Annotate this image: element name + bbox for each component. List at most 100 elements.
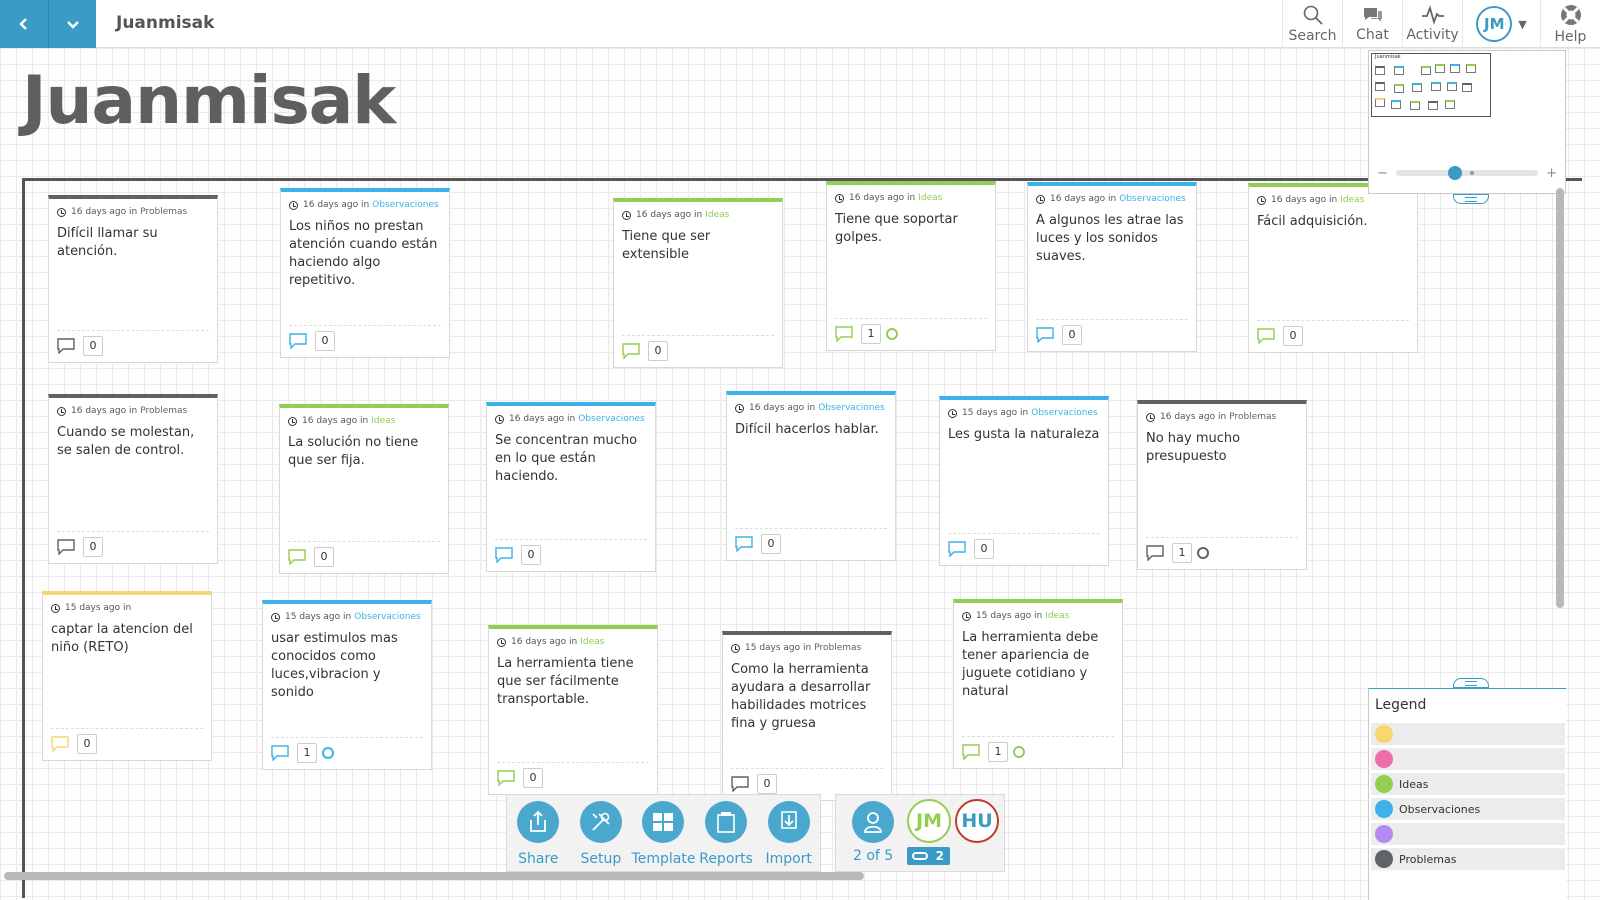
comment-icon[interactable] [1257,327,1275,344]
card-category-link[interactable]: Observaciones [818,403,884,413]
comment-count[interactable]: 1 [297,742,317,763]
menu-dropdown-button[interactable] [48,0,96,48]
comment-icon[interactable] [622,342,640,359]
vote-circle-icon[interactable] [1197,546,1209,559]
sticky-card[interactable]: 16 days ago in Ideas Tiene que ser exten… [613,198,783,368]
horizontal-scrollbar-thumb[interactable] [4,872,864,880]
comment-icon[interactable] [948,540,966,557]
comment-icon[interactable] [1146,544,1164,561]
comment-count[interactable]: 0 [314,546,334,567]
card-category-link[interactable]: Observaciones [1031,408,1097,418]
card-text[interactable]: Se concentran mucho en lo que están haci… [495,432,647,486]
activity-button[interactable]: Activity [1402,0,1462,48]
sticky-card[interactable]: 16 days ago in Ideas Tiene que soportar … [826,181,996,351]
sticky-card[interactable]: 16 days ago in Observaciones Se concentr… [486,402,656,572]
card-text[interactable]: No hay mucho presupuesto [1146,430,1298,466]
sticky-card[interactable]: 15 days ago in captar la atencion del ni… [42,591,212,761]
card-category-link[interactable]: Problemas [140,406,187,416]
zoom-out-button[interactable]: − [1377,166,1388,181]
comment-count[interactable]: 0 [757,773,777,794]
avatar-jm[interactable]: JM [907,799,951,843]
comment-icon[interactable] [271,744,289,761]
comment-icon[interactable] [51,735,69,752]
chat-button[interactable]: Chat [1342,0,1402,48]
invite-people-button[interactable] [852,801,894,843]
card-text[interactable]: Difícil hacerlos hablar. [735,421,887,439]
comment-count[interactable]: 0 [1283,325,1303,346]
sticky-card[interactable]: 16 days ago in Problemas Cuando se moles… [48,394,218,564]
sticky-card[interactable]: 16 days ago in Ideas Fácil adquisición. … [1248,183,1418,353]
comment-icon[interactable] [497,769,515,786]
comment-icon[interactable] [57,538,75,555]
card-text[interactable]: La herramienta debe tener apariencia de … [962,629,1114,701]
comment-count[interactable]: 1 [861,323,881,344]
card-text[interactable]: Fácil adquisición. [1257,213,1409,231]
card-category-link[interactable]: Problemas [814,643,861,653]
zoom-slider[interactable] [1395,166,1539,180]
minimap-viewport[interactable]: Juanmisak [1371,53,1491,117]
sticky-card[interactable]: 16 days ago in Observaciones Los niños n… [280,188,450,358]
avatar-hu[interactable]: HU [955,799,999,843]
card-text[interactable]: La solución no tiene que ser fija. [288,434,440,470]
card-category-link[interactable]: Observaciones [1119,194,1185,204]
card-text[interactable]: Como la herramienta ayudara a desarrolla… [731,661,883,733]
share-button[interactable]: Share [507,801,569,867]
vertical-scrollbar[interactable] [1556,48,1564,868]
comment-count[interactable]: 0 [315,330,335,351]
comment-icon[interactable] [962,743,980,760]
card-category-link[interactable]: Problemas [140,207,187,217]
card-text[interactable]: Cuando se molestan, se salen de control. [57,424,209,460]
sticky-card[interactable]: 15 days ago in Observaciones Les gusta l… [939,396,1109,566]
comment-icon[interactable] [288,548,306,565]
sticky-card[interactable]: 16 days ago in Problemas Difícil llamar … [48,195,218,363]
card-category-link[interactable]: Observaciones [578,414,644,424]
vote-circle-icon[interactable] [1013,745,1025,758]
card-category-link[interactable]: Observaciones [354,612,420,622]
sticky-card[interactable]: 16 days ago in Observaciones Difícil hac… [726,391,896,561]
help-button[interactable]: Help [1540,0,1600,48]
vote-circle-icon[interactable] [886,327,898,340]
legend-toggle-tab[interactable] [1453,678,1489,688]
comment-count[interactable]: 1 [1172,542,1192,563]
vote-circle-icon[interactable] [322,746,334,759]
search-button[interactable]: Search [1282,0,1342,48]
sticky-card[interactable]: 15 days ago in Observaciones usar estimu… [262,600,432,770]
minimap-toggle-tab[interactable] [1453,194,1489,204]
legend-item[interactable] [1371,823,1565,845]
comment-count[interactable]: 0 [77,733,97,754]
zoom-slider-handle[interactable] [1447,166,1462,180]
card-category-link[interactable]: Ideas [371,416,395,426]
card-text[interactable]: captar la atencion del niño (RETO) [51,621,203,657]
sticky-card[interactable]: 15 days ago in Ideas La herramienta debe… [953,599,1123,769]
comment-icon[interactable] [735,535,753,552]
card-text[interactable]: Les gusta la naturaleza [948,426,1100,444]
comment-count[interactable]: 0 [974,538,994,559]
card-text[interactable]: Los niños no prestan atención cuando est… [289,218,441,290]
legend-item[interactable]: Observaciones [1371,798,1565,820]
legend-item[interactable] [1371,723,1565,745]
card-category-link[interactable]: Ideas [1340,195,1364,205]
comment-count[interactable]: 0 [523,767,543,788]
comment-icon[interactable] [289,332,307,349]
template-button[interactable]: Template [632,801,695,867]
sticky-card[interactable]: 16 days ago in Ideas La herramienta tien… [488,625,658,795]
sticky-card[interactable]: 16 days ago in Ideas La solución no tien… [279,404,449,574]
vertical-scrollbar-thumb[interactable] [1556,188,1564,608]
card-category-link[interactable]: Ideas [705,210,729,220]
reports-button[interactable]: Reports [695,801,757,867]
card-category-link[interactable]: Ideas [1045,611,1069,621]
comment-icon[interactable] [495,546,513,563]
card-text[interactable]: Tiene que soportar golpes. [835,211,987,247]
import-button[interactable]: Import [758,801,820,867]
legend-item[interactable]: Problemas [1371,848,1565,870]
card-text[interactable]: Tiene que ser extensible [622,228,774,264]
card-category-link[interactable]: Observaciones [372,200,438,210]
comment-icon[interactable] [1036,326,1054,343]
minimap[interactable]: Juanmisak − + [1368,50,1566,194]
comment-count[interactable]: 0 [521,544,541,565]
comment-count[interactable]: 0 [83,335,103,356]
comment-count[interactable]: 0 [83,536,103,557]
card-text[interactable]: usar estimulos mas conocidos como luces,… [271,630,423,702]
card-text[interactable]: A algunos les atrae las luces y los soni… [1036,212,1188,266]
back-button[interactable] [0,0,48,48]
